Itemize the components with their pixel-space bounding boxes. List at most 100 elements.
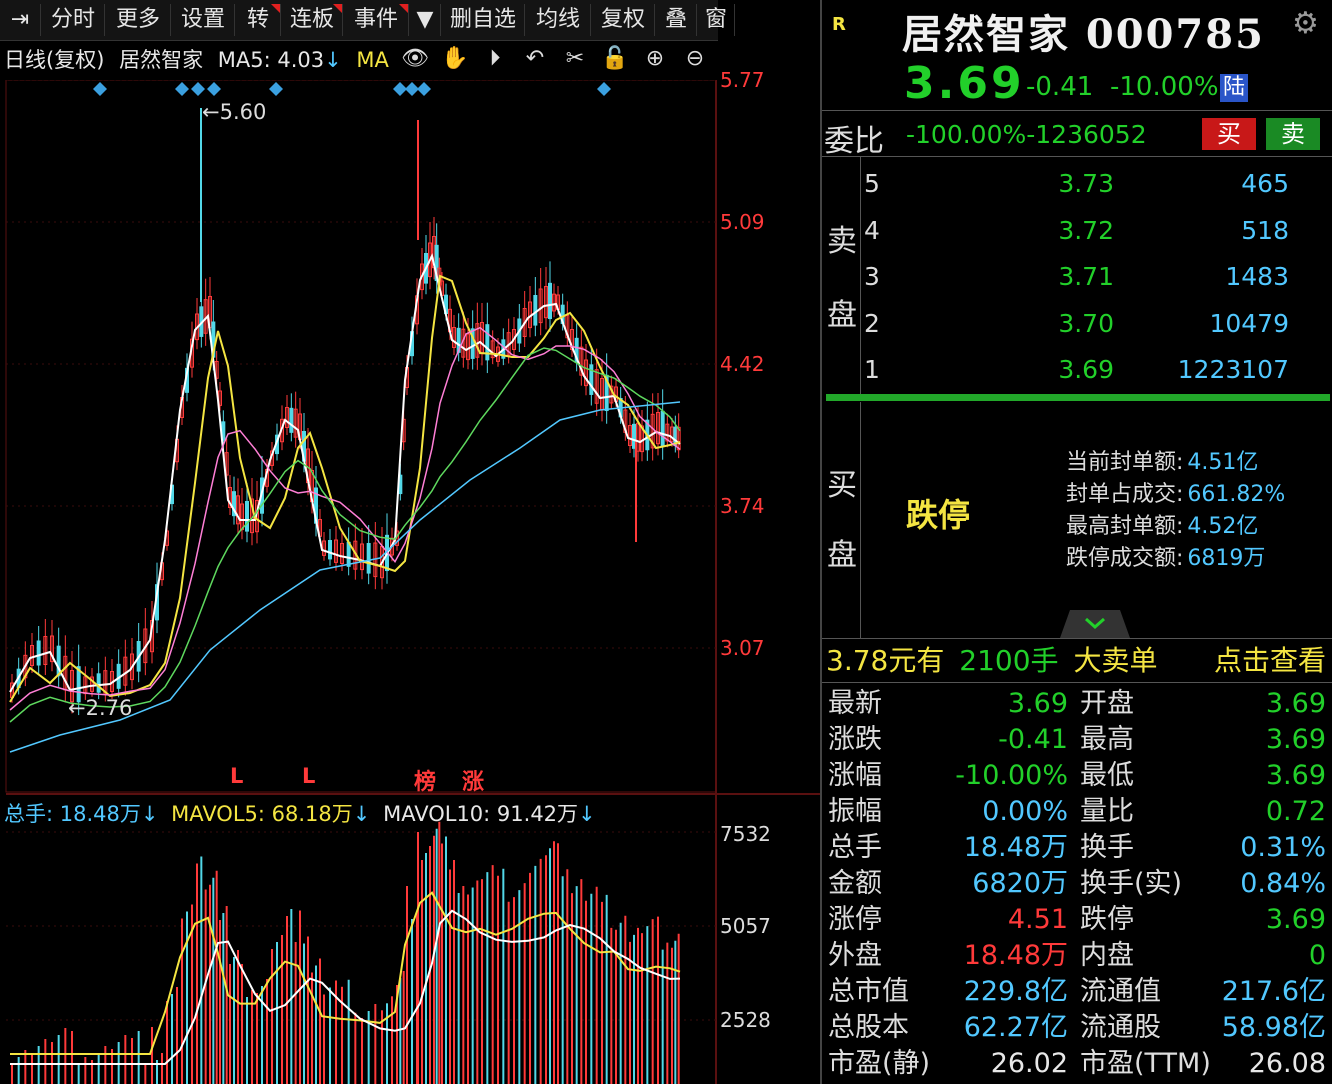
toolbar-item[interactable]: 窗 <box>698 4 735 36</box>
volume-axis-label: 5057 <box>720 914 771 938</box>
event-marker-l1[interactable]: L <box>230 764 243 788</box>
volume-axis-label: 7532 <box>720 822 771 846</box>
big-order-view-link[interactable]: 点击查看 <box>1214 642 1326 680</box>
chart-toolbar: ⇥ 分时 更多 设置转连板 事件 ▼ 删自选 均线 复权叠窗 <box>0 0 735 41</box>
zoom-out-icon[interactable]: ⊖ <box>680 44 710 74</box>
stat-item: 量比 0.72 <box>1080 794 1326 830</box>
ma5-line <box>9 253 681 693</box>
bid-label-top: 买 <box>827 468 857 503</box>
stat-label: 市盈(静) <box>828 1048 931 1079</box>
gear-icon[interactable]: ⚙ <box>1292 6 1319 41</box>
event-diamond <box>207 82 221 96</box>
seal-stat-value: 6819万 <box>1187 546 1266 571</box>
ask-level-row[interactable]: 2 3.70 10479 <box>864 304 1332 344</box>
stat-label: 流通值 <box>1080 976 1161 1007</box>
stat-value: 3.69 <box>1265 904 1326 935</box>
ask-level-row[interactable]: 5 3.73 465 <box>864 164 1332 204</box>
undo-icon[interactable]: ↶ <box>520 44 550 74</box>
seal-stat-row: 封单占成交: 661.82% <box>1066 476 1285 508</box>
price-axis-label: 4.42 <box>720 352 765 376</box>
price-change: -0.41 <box>1026 72 1094 102</box>
stat-label: 最高 <box>1080 724 1134 755</box>
eye-icon[interactable]: 👁 <box>400 44 430 74</box>
chart-period-label[interactable]: 日线(复权) <box>4 48 104 72</box>
buy-button[interactable]: 买 <box>1202 118 1256 150</box>
event-diamond <box>191 82 205 96</box>
mavol10-value: MAVOL10: 91.42万 <box>383 802 579 826</box>
ma-more-label: MA <box>356 48 389 72</box>
price-axis-label: 5.09 <box>720 210 765 234</box>
orderbook-divider <box>826 394 1330 401</box>
toolbar-item[interactable]: 删自选 <box>442 4 525 36</box>
ask-volume: 10479 <box>1209 308 1289 338</box>
seal-stat-label: 当前封单额: <box>1066 450 1184 475</box>
price-candle <box>366 543 371 574</box>
event-diamond <box>93 82 107 96</box>
chart-info-line: 日线(复权) 居然智家 MA5: 4.03↓ MA <box>4 44 389 76</box>
scissors-icon[interactable]: ✂ <box>560 44 590 74</box>
ask-price: 3.70 <box>1058 308 1114 338</box>
price-candle <box>328 540 332 560</box>
price-axis-label: 3.74 <box>720 494 765 518</box>
ask-price: 3.71 <box>1058 262 1114 291</box>
ma5-arrow: ↓ <box>324 48 342 72</box>
toolbar-item[interactable]: 复权 <box>592 4 655 36</box>
stat-value: 4.51 <box>1007 904 1068 935</box>
big-order-alert[interactable]: 3.78元有 2100手 大卖单 点击查看 <box>826 642 1330 680</box>
ask-level: 1 <box>864 355 880 384</box>
volume-info-line: 总手: 18.48万↓ MAVOL5: 68.18万↓ MAVOL10: 91.… <box>4 798 596 830</box>
sell-button[interactable]: 卖 <box>1266 118 1320 150</box>
stat-value: 0.72 <box>1265 796 1326 827</box>
low-annotation: ←2.76 <box>68 696 133 720</box>
stat-item: 金额 6820万 <box>828 866 1068 902</box>
toolbar-item[interactable]: 转 <box>236 4 281 36</box>
stat-item: 市盈(TTM) 26.08 <box>1080 1046 1326 1082</box>
ask-level-row[interactable]: 3 3.71 1483 <box>864 257 1332 297</box>
stat-value: 3.69 <box>1265 760 1326 791</box>
hand-icon[interactable]: ✋ <box>440 44 470 74</box>
toolbar-item[interactable]: 叠 <box>656 4 697 36</box>
play-icon[interactable]: ⏵ <box>480 44 510 74</box>
ask-level-row[interactable]: 4 3.72 518 <box>864 211 1332 251</box>
toolbar-item[interactable]: 均线 <box>526 4 591 36</box>
collapse-icon[interactable]: ⇥ <box>0 4 41 36</box>
event-marker-zhang[interactable]: 涨 <box>462 764 484 796</box>
stat-value: 58.98亿 <box>1221 1012 1326 1043</box>
stat-value: 3.69 <box>1007 688 1068 719</box>
stat-value: 217.6亿 <box>1221 976 1326 1007</box>
expand-chevron-icon[interactable] <box>1048 610 1142 638</box>
mavol5-arrow: ↓ <box>352 802 371 826</box>
toolbar-item[interactable]: 分时 <box>42 4 105 36</box>
toolbar-item[interactable]: ▼ <box>410 4 441 36</box>
volume-axis-label: 2528 <box>720 1008 771 1032</box>
stock-title: 居然智家 000785 <box>902 11 1265 58</box>
stat-item: 涨跌 -0.41 <box>828 722 1068 758</box>
stat-value: 0.84% <box>1240 868 1326 899</box>
price-candle <box>245 501 249 532</box>
event-marker-l2[interactable]: L <box>302 764 315 788</box>
kline-chart[interactable] <box>0 80 820 1084</box>
stat-value: -10.00% <box>955 760 1068 791</box>
stat-value: 3.69 <box>1265 724 1326 755</box>
stat-label: 市盈(TTM) <box>1080 1048 1211 1079</box>
lock-icon[interactable]: 🔓 <box>600 44 630 74</box>
stat-label: 涨停 <box>828 904 882 935</box>
toolbar-item[interactable]: 连板 <box>282 4 343 36</box>
stat-value: 229.8亿 <box>963 976 1068 1007</box>
toolbar-item[interactable]: 更多 <box>106 4 171 36</box>
price-candle <box>660 410 665 448</box>
toolbar-item[interactable]: 事件 <box>344 4 409 36</box>
seal-stat-value: 661.82% <box>1187 482 1286 507</box>
seal-stat-row: 当前封单额: 4.51亿 <box>1066 444 1258 476</box>
event-marker-bang[interactable]: 榜 <box>414 764 436 796</box>
quote-panel: R 居然智家 000785 ⚙ 3.69 -0.41 -10.00% 陆 委比 … <box>820 0 1332 1084</box>
stat-label: 总股本 <box>828 1012 909 1043</box>
zoom-in-icon[interactable]: ⊕ <box>640 44 670 74</box>
weibi-label: 委比 <box>824 124 884 159</box>
toolbar-item[interactable]: 设置 <box>172 4 235 36</box>
price-axis-label: 5.77 <box>720 68 765 92</box>
seal-stat-label: 封单占成交: <box>1066 482 1184 507</box>
seal-stat-row: 跌停成交额: 6819万 <box>1066 540 1265 572</box>
ask-level-row[interactable]: 1 3.69 1223107 +58 <box>864 350 1332 390</box>
ask-volume: 1483 <box>1225 262 1289 291</box>
